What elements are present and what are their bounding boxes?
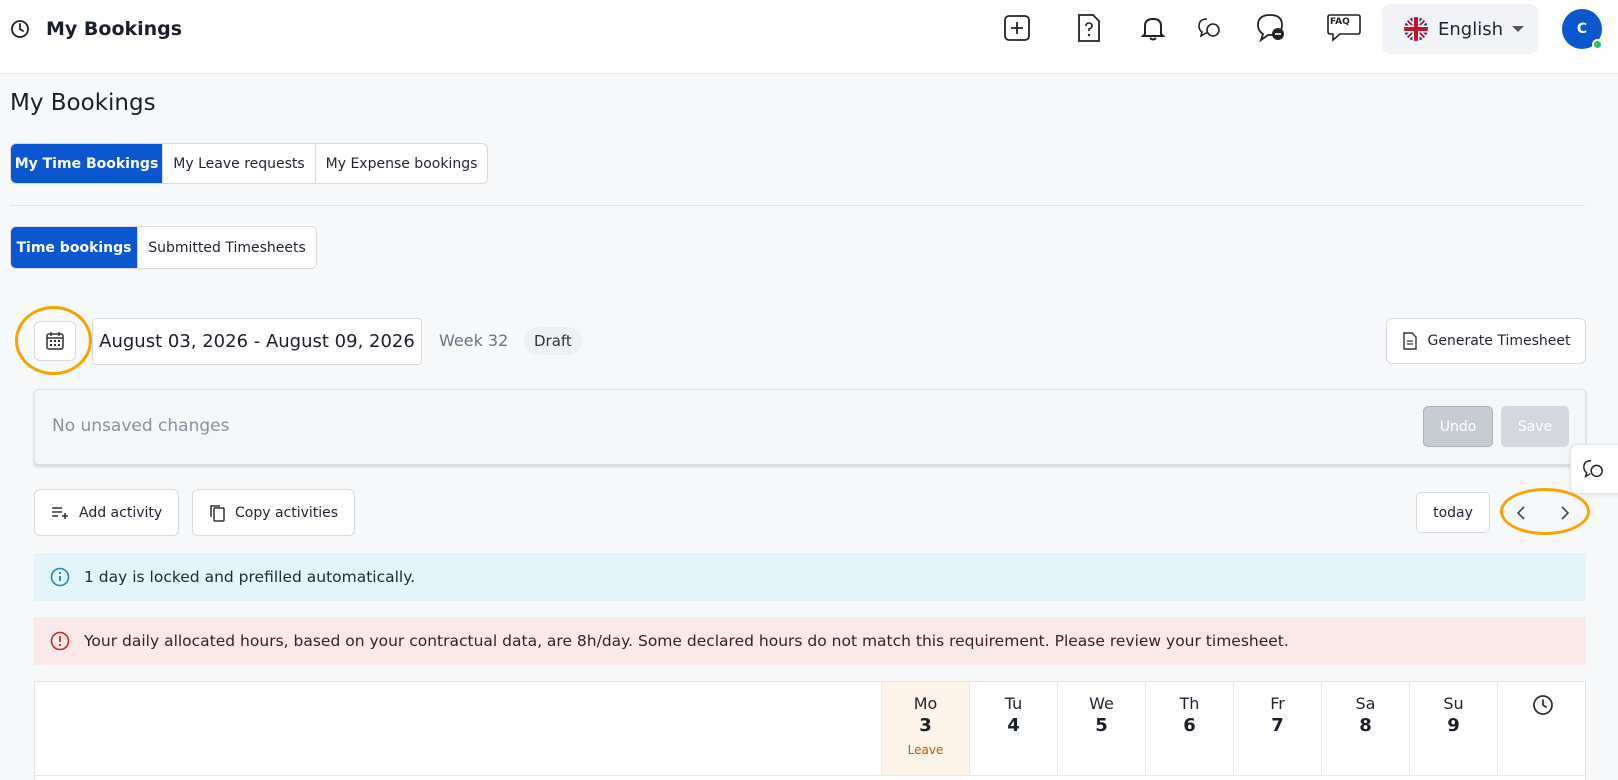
main-tabs: My Time Bookings My Leave requests My Ex… [10, 143, 488, 184]
divider [10, 205, 1585, 206]
today-button[interactable]: today [1416, 492, 1490, 533]
day-header[interactable]: Mo 3 Leave [881, 682, 969, 775]
uk-flag-icon [1404, 17, 1428, 41]
day-name: Th [1179, 694, 1200, 713]
day-number: 5 [1095, 715, 1108, 736]
info-icon [50, 567, 70, 587]
info-alert: 1 day is locked and prefilled automatica… [34, 553, 1586, 601]
top-bar: My Bookings FAQ English C [0, 0, 1618, 74]
tab-submitted-timesheets[interactable]: Submitted Timesheets [138, 227, 316, 268]
leave-label: Leave [907, 743, 944, 757]
unsaved-changes-bar: No unsaved changes Undo Save [34, 389, 1586, 465]
notification-bell-icon[interactable] [1136, 11, 1170, 45]
grid-divider [35, 775, 1585, 776]
day-number: 7 [1271, 715, 1284, 736]
add-activity-label: Add activity [79, 504, 163, 521]
user-avatar[interactable]: C [1562, 9, 1603, 50]
avatar-initial: C [1576, 21, 1588, 37]
tab-my-leave-requests[interactable]: My Leave requests [163, 144, 316, 183]
sub-tabs: Time bookings Submitted Timesheets [10, 226, 317, 269]
copy-icon [210, 504, 225, 522]
side-chat-tab[interactable] [1570, 444, 1618, 494]
generate-timesheet-label: Generate Timesheet [1427, 333, 1571, 349]
day-header[interactable]: Sa 8 [1321, 682, 1409, 775]
week-label: Week 32 [439, 331, 509, 350]
clock-icon [1532, 695, 1553, 715]
tab-my-expense-bookings[interactable]: My Expense bookings [316, 144, 487, 183]
chat-icon [1583, 460, 1603, 478]
feedback-chat-icon[interactable] [1254, 11, 1288, 45]
day-name: Mo [913, 694, 938, 713]
add-activity-button[interactable]: Add activity [34, 489, 179, 536]
language-selector[interactable]: English [1382, 4, 1538, 54]
unsaved-message: No unsaved changes [52, 416, 230, 436]
help-document-icon[interactable] [1072, 11, 1106, 45]
day-name: Tu [1004, 694, 1023, 713]
day-name: Sa [1355, 694, 1376, 713]
day-header[interactable]: Th 6 [1145, 682, 1233, 775]
week-grid: Mo 3 Leave Tu 4 We 5 Th 6 Fr 7 Sa 8 Su 9 [34, 681, 1586, 780]
day-number: 3 [919, 715, 932, 736]
add-icon[interactable] [1000, 11, 1034, 45]
chevron-down-icon [1512, 26, 1524, 32]
day-header[interactable]: Su 9 [1409, 682, 1497, 775]
tab-my-time-bookings[interactable]: My Time Bookings [11, 144, 163, 183]
copy-activities-label: Copy activities [235, 504, 339, 521]
highlight-ring-navigation [1500, 488, 1590, 535]
day-number: 4 [1007, 715, 1020, 736]
page-title: My Bookings [10, 90, 156, 116]
total-column [1497, 682, 1587, 775]
day-number: 6 [1183, 715, 1196, 736]
day-name: Su [1443, 694, 1464, 713]
app-title: My Bookings [46, 18, 183, 40]
day-number: 8 [1359, 715, 1372, 736]
faq-icon[interactable]: FAQ [1324, 11, 1364, 45]
online-status-dot [1592, 39, 1603, 50]
status-badge: Draft [524, 327, 582, 355]
info-alert-text: 1 day is locked and prefilled automatica… [84, 568, 416, 586]
tab-time-bookings[interactable]: Time bookings [11, 227, 138, 268]
document-icon [1402, 332, 1417, 350]
day-name: Fr [1270, 694, 1285, 713]
history-icon[interactable] [10, 19, 30, 39]
copy-activities-button[interactable]: Copy activities [192, 489, 355, 536]
date-range-display[interactable]: August 03, 2026 - August 09, 2026 [92, 318, 422, 365]
day-number: 9 [1447, 715, 1460, 736]
day-header[interactable]: Fr 7 [1233, 682, 1321, 775]
save-button[interactable]: Save [1501, 406, 1569, 447]
undo-button[interactable]: Undo [1423, 406, 1493, 447]
day-name: We [1089, 694, 1114, 713]
error-icon [50, 631, 70, 651]
warning-alert-text: Your daily allocated hours, based on you… [84, 632, 1289, 650]
playlist-add-icon [52, 506, 68, 519]
highlight-ring-calendar [15, 306, 92, 375]
generate-timesheet-button[interactable]: Generate Timesheet [1386, 318, 1586, 364]
chat-icon[interactable] [1192, 11, 1226, 45]
day-header[interactable]: Tu 4 [969, 682, 1057, 775]
language-label: English [1438, 18, 1503, 40]
warning-alert: Your daily allocated hours, based on you… [34, 617, 1586, 665]
faq-label: FAQ [1330, 17, 1350, 27]
day-header[interactable]: We 5 [1057, 682, 1145, 775]
